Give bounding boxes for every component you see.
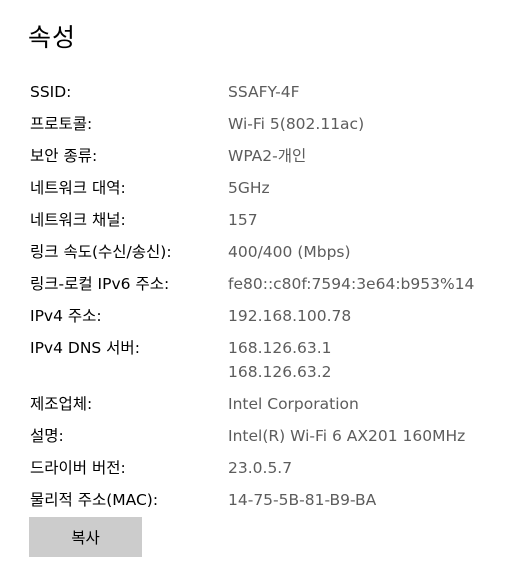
property-value: Intel(R) Wi-Fi 6 AX201 160MHz: [228, 427, 466, 445]
copy-button[interactable]: 복사: [29, 517, 142, 557]
property-row-description: 설명: Intel(R) Wi-Fi 6 AX201 160MHz: [30, 424, 510, 448]
property-label: 제조업체:: [30, 395, 93, 413]
property-value: Intel Corporation: [228, 395, 359, 413]
property-value: 400/400 (Mbps): [228, 243, 351, 261]
property-value: SSAFY-4F: [228, 83, 300, 101]
property-row-manufacturer: 제조업체: Intel Corporation: [30, 392, 510, 416]
property-label: 링크 속도(수신/송신):: [30, 243, 172, 261]
property-value: 168.126.63.1 168.126.63.2: [228, 336, 332, 384]
property-label: 보안 종류:: [30, 147, 98, 165]
property-label: 물리적 주소(MAC):: [30, 491, 159, 509]
property-row-ipv4-address: IPv4 주소: 192.168.100.78: [30, 304, 510, 328]
property-label: 프로토콜:: [30, 115, 93, 133]
property-value: 157: [228, 211, 258, 229]
property-value: 5GHz: [228, 179, 270, 197]
property-row-link-speed: 링크 속도(수신/송신): 400/400 (Mbps): [30, 240, 510, 264]
property-value: Wi-Fi 5(802.11ac): [228, 115, 365, 133]
property-label: 링크-로컬 IPv6 주소:: [30, 275, 170, 293]
property-label: 설명:: [30, 427, 64, 445]
property-value: 192.168.100.78: [228, 307, 352, 325]
property-row-network-band: 네트워크 대역: 5GHz: [30, 176, 510, 200]
property-row-ssid: SSID: SSAFY-4F: [30, 80, 510, 104]
property-label: 드라이버 버전:: [30, 459, 126, 477]
property-row-driver-version: 드라이버 버전: 23.0.5.7: [30, 456, 510, 480]
property-row-network-channel: 네트워크 채널: 157: [30, 208, 510, 232]
property-row-protocol: 프로토콜: Wi-Fi 5(802.11ac): [30, 112, 510, 136]
property-value: 23.0.5.7: [228, 459, 293, 477]
property-value: fe80::c80f:7594:3e64:b953%14: [228, 275, 475, 293]
property-row-security-type: 보안 종류: WPA2-개인: [30, 144, 510, 168]
property-value: WPA2-개인: [228, 147, 307, 165]
property-row-ipv6-address: 링크-로컬 IPv6 주소: fe80::c80f:7594:3e64:b953…: [30, 272, 510, 296]
property-label: IPv4 DNS 서버:: [30, 339, 140, 357]
property-label: IPv4 주소:: [30, 307, 102, 325]
property-label: 네트워크 대역:: [30, 179, 126, 197]
properties-list: SSID: SSAFY-4F 프로토콜: Wi-Fi 5(802.11ac) 보…: [30, 80, 510, 520]
property-value: 14-75-5B-81-B9-BA: [228, 491, 377, 509]
dns-server-primary: 168.126.63.1: [228, 339, 332, 357]
property-label: 네트워크 채널:: [30, 211, 126, 229]
property-row-mac-address: 물리적 주소(MAC): 14-75-5B-81-B9-BA: [30, 488, 510, 512]
property-row-ipv4-dns: IPv4 DNS 서버: 168.126.63.1 168.126.63.2: [30, 336, 510, 384]
property-label: SSID:: [30, 83, 72, 101]
page-title: 속성: [28, 23, 77, 52]
dns-server-secondary: 168.126.63.2: [228, 363, 332, 381]
